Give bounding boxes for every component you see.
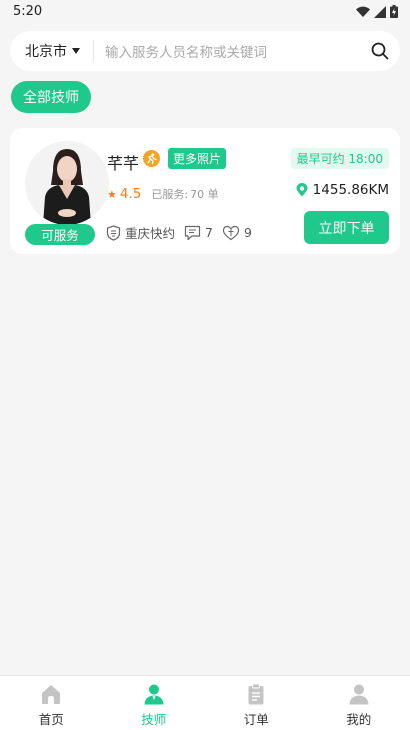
caret-down-icon (72, 48, 80, 54)
comments-value: 7 (205, 225, 213, 240)
technician-card[interactable]: 可服务 芊芊 更多照片 ★ 4.5 已服务: 70 单 重庆快约 7 9 最早可… (10, 128, 400, 254)
comment-icon (184, 225, 201, 240)
meta-row: 重庆快约 7 9 (106, 223, 261, 242)
search-bar: 北京市 输入服务人员名称或关键词 (10, 31, 400, 71)
city-label: 北京市 (25, 44, 67, 60)
battery-icon (390, 5, 398, 18)
all-technicians-chip[interactable]: 全部技师 (11, 81, 91, 113)
tab-profile[interactable]: 我的 (308, 676, 410, 730)
distance: 1455.86KM (296, 182, 389, 198)
bottom-tab-bar: 首页 技师 订单 我的 (0, 675, 410, 730)
search-icon[interactable] (360, 42, 400, 60)
tab-home-label: 首页 (38, 712, 64, 727)
status-badge: 可服务 (25, 224, 95, 245)
rating-row: ★ 4.5 已服务: 70 单 (107, 186, 219, 202)
earliest-booking-badge: 最早可约 18:00 (290, 148, 389, 169)
status-time: 5:20 (13, 4, 43, 19)
home-icon (42, 685, 61, 704)
star-icon: ★ (107, 187, 117, 201)
tab-technician-label: 技师 (141, 712, 167, 727)
served-label: 已服务: (151, 188, 189, 201)
tab-orders[interactable]: 订单 (205, 676, 308, 730)
rating-value: 4.5 (119, 186, 142, 202)
city-tag: 重庆快约 (106, 223, 175, 242)
tab-profile-label: 我的 (346, 712, 372, 727)
technician-name: 芊芊 (107, 154, 140, 173)
order-icon (248, 683, 264, 705)
tab-home[interactable]: 首页 (0, 676, 103, 730)
status-icons (356, 5, 398, 18)
wifi-icon (356, 6, 370, 17)
avatar[interactable] (25, 141, 109, 225)
order-now-button[interactable]: 立即下单 (304, 211, 389, 244)
signal-icon (374, 5, 386, 18)
city-tag-label: 重庆快约 (125, 226, 176, 241)
running-icon (143, 150, 160, 167)
comments-count[interactable]: 7 (184, 225, 213, 241)
profile-icon (349, 684, 369, 705)
technician-icon (144, 684, 164, 705)
shield-icon (106, 224, 121, 241)
city-selector[interactable]: 北京市 (10, 41, 93, 61)
distance-value: 1455.86KM (312, 182, 389, 198)
likes-count[interactable]: 9 (222, 225, 252, 241)
location-pin-icon (296, 183, 308, 197)
status-bar: 5:20 (0, 0, 410, 24)
search-input[interactable]: 输入服务人员名称或关键词 (94, 41, 360, 61)
more-photos-button[interactable]: 更多照片 (168, 148, 227, 169)
served-count: 70 单 (190, 188, 219, 201)
heart-icon (222, 225, 240, 240)
tab-technician[interactable]: 技师 (103, 676, 206, 730)
likes-value: 9 (243, 225, 252, 240)
tab-orders-label: 订单 (243, 712, 269, 727)
